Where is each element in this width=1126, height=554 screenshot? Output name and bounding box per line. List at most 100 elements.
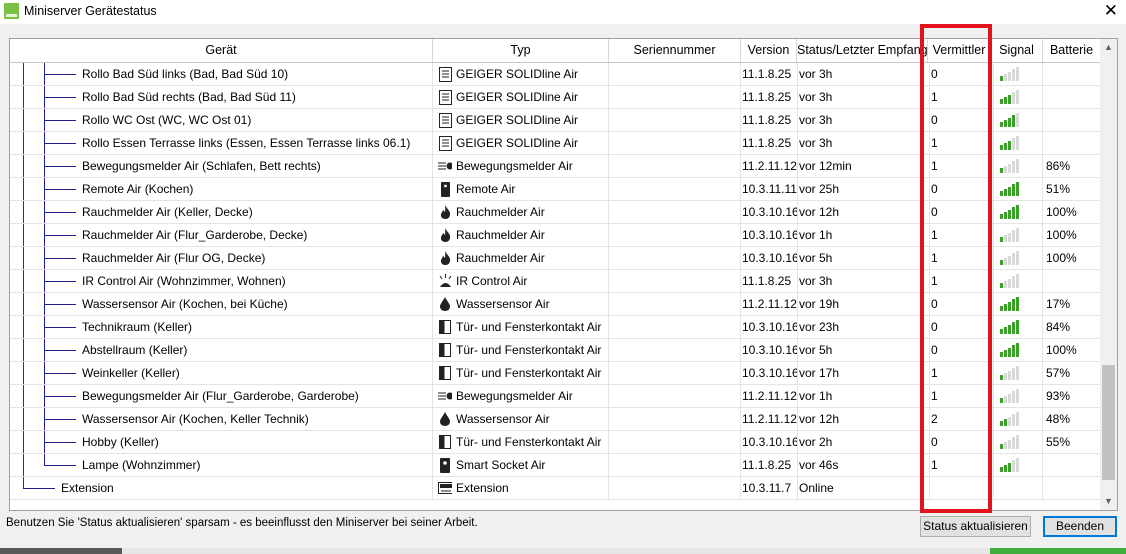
signal-cell[interactable] <box>991 454 1043 477</box>
version-cell[interactable]: 11.1.8.25 <box>741 270 798 293</box>
table-row[interactable]: Remote Air (Kochen) Remote Air 10.3.11.11 v… <box>10 178 1104 201</box>
vermittler-cell[interactable]: 0 <box>928 293 994 316</box>
device-cell[interactable]: Rauchmelder Air (Flur_Garderobe, Decke) <box>10 224 433 247</box>
device-cell[interactable]: Abstellraum (Keller) <box>10 339 433 362</box>
signal-cell[interactable] <box>991 224 1043 247</box>
version-cell[interactable]: 11.1.8.25 <box>741 109 798 132</box>
serial-cell[interactable] <box>609 477 741 500</box>
table-row[interactable]: Rauchmelder Air (Flur OG, Decke) Rauchmel… <box>10 247 1104 270</box>
status-cell[interactable]: vor 25h <box>797 178 930 201</box>
type-cell[interactable]: Rauchmelder Air <box>433 224 609 247</box>
version-cell[interactable]: 11.1.8.25 <box>741 454 798 477</box>
type-cell[interactable]: Bewegungsmelder Air <box>433 385 609 408</box>
signal-cell[interactable] <box>991 86 1043 109</box>
type-cell[interactable]: IR Control Air <box>433 270 609 293</box>
device-cell[interactable]: Wassersensor Air (Kochen, Keller Technik… <box>10 408 433 431</box>
quit-button[interactable]: Beenden <box>1043 516 1117 537</box>
device-cell[interactable]: Technikraum (Keller) <box>10 316 433 339</box>
device-cell[interactable]: Bewegungsmelder Air (Flur_Garderobe, Gar… <box>10 385 433 408</box>
vermittler-cell[interactable]: 1 <box>928 224 994 247</box>
status-cell[interactable]: vor 23h <box>797 316 930 339</box>
table-row[interactable]: Hobby (Keller) Tür- und Fensterkontakt Ai… <box>10 431 1104 454</box>
scrollbar-thumb[interactable] <box>1102 365 1115 480</box>
type-cell[interactable]: Smart Socket Air <box>433 454 609 477</box>
battery-cell[interactable]: 100% <box>1043 201 1104 224</box>
device-cell[interactable]: Rauchmelder Air (Keller, Decke) <box>10 201 433 224</box>
column-header-signal[interactable]: Signal <box>991 39 1043 62</box>
table-row[interactable]: Rollo WC Ost (WC, WC Ost 01) GEIGER SOLID… <box>10 109 1104 132</box>
signal-cell[interactable] <box>991 270 1043 293</box>
type-cell[interactable]: Extension <box>433 477 609 500</box>
serial-cell[interactable] <box>609 109 741 132</box>
signal-cell[interactable] <box>991 316 1043 339</box>
vermittler-cell[interactable] <box>928 477 994 500</box>
device-cell[interactable]: Bewegungsmelder Air (Schlafen, Bett rech… <box>10 155 433 178</box>
signal-cell[interactable] <box>991 201 1043 224</box>
battery-cell[interactable]: 57% <box>1043 362 1104 385</box>
vermittler-cell[interactable]: 1 <box>928 132 994 155</box>
vermittler-cell[interactable]: 1 <box>928 155 994 178</box>
table-row[interactable]: Lampe (Wohnzimmer) Smart Socket Air 11.1.8… <box>10 454 1104 477</box>
table-row[interactable]: Wassersensor Air (Kochen, bei Küche) Wass… <box>10 293 1104 316</box>
table-row[interactable]: Bewegungsmelder Air (Flur_Garderobe, Gar… <box>10 385 1104 408</box>
serial-cell[interactable] <box>609 63 741 86</box>
battery-cell[interactable]: 100% <box>1043 247 1104 270</box>
vermittler-cell[interactable]: 1 <box>928 86 994 109</box>
version-cell[interactable]: 10.3.11.7 <box>741 477 798 500</box>
version-cell[interactable]: 10.3.11.11 <box>741 178 798 201</box>
device-cell[interactable]: Lampe (Wohnzimmer) <box>10 454 433 477</box>
column-header-type[interactable]: Typ <box>433 39 609 62</box>
status-cell[interactable]: vor 1h <box>797 385 930 408</box>
vermittler-cell[interactable]: 0 <box>928 201 994 224</box>
version-cell[interactable]: 10.3.10.16 <box>741 431 798 454</box>
version-cell[interactable]: 10.3.10.16 <box>741 201 798 224</box>
device-cell[interactable]: IR Control Air (Wohnzimmer, Wohnen) <box>10 270 433 293</box>
vermittler-cell[interactable]: 1 <box>928 270 994 293</box>
battery-cell[interactable] <box>1043 477 1104 500</box>
type-cell[interactable]: Wassersensor Air <box>433 293 609 316</box>
status-cell[interactable]: vor 46s <box>797 454 930 477</box>
signal-cell[interactable] <box>991 385 1043 408</box>
type-cell[interactable]: Bewegungsmelder Air <box>433 155 609 178</box>
status-cell[interactable]: vor 3h <box>797 109 930 132</box>
signal-cell[interactable] <box>991 63 1043 86</box>
serial-cell[interactable] <box>609 132 741 155</box>
vermittler-cell[interactable]: 1 <box>928 454 994 477</box>
serial-cell[interactable] <box>609 454 741 477</box>
version-cell[interactable]: 10.3.10.16 <box>741 339 798 362</box>
serial-cell[interactable] <box>609 155 741 178</box>
vermittler-cell[interactable]: 1 <box>928 385 994 408</box>
table-row[interactable]: Rollo Bad Süd links (Bad, Bad Süd 10) GEI… <box>10 63 1104 86</box>
serial-cell[interactable] <box>609 201 741 224</box>
device-cell[interactable]: Extension <box>10 477 433 500</box>
table-row[interactable]: Wassersensor Air (Kochen, Keller Technik… <box>10 408 1104 431</box>
device-cell[interactable]: Rollo Essen Terrasse links (Essen, Essen… <box>10 132 433 155</box>
status-cell[interactable]: Online <box>797 477 930 500</box>
battery-cell[interactable] <box>1043 454 1104 477</box>
version-cell[interactable]: 10.3.10.16 <box>741 362 798 385</box>
column-header-device[interactable]: Gerät <box>10 39 433 62</box>
device-cell[interactable]: Rollo Bad Süd rechts (Bad, Bad Süd 11) <box>10 86 433 109</box>
version-cell[interactable]: 11.2.11.12 <box>741 293 798 316</box>
vermittler-cell[interactable]: 2 <box>928 408 994 431</box>
battery-cell[interactable]: 48% <box>1043 408 1104 431</box>
column-header-status[interactable]: Status/Letzter Empfang <box>797 39 928 62</box>
battery-cell[interactable]: 17% <box>1043 293 1104 316</box>
status-cell[interactable]: vor 17h <box>797 362 930 385</box>
table-row[interactable]: IR Control Air (Wohnzimmer, Wohnen) IR Co… <box>10 270 1104 293</box>
serial-cell[interactable] <box>609 178 741 201</box>
column-header-vermittler[interactable]: Vermittler <box>928 39 991 62</box>
signal-cell[interactable] <box>991 431 1043 454</box>
version-cell[interactable]: 11.2.11.12 <box>741 385 798 408</box>
serial-cell[interactable] <box>609 385 741 408</box>
signal-cell[interactable] <box>991 293 1043 316</box>
table-row[interactable]: Bewegungsmelder Air (Schlafen, Bett rech… <box>10 155 1104 178</box>
serial-cell[interactable] <box>609 339 741 362</box>
signal-cell[interactable] <box>991 247 1043 270</box>
status-cell[interactable]: vor 12h <box>797 201 930 224</box>
vermittler-cell[interactable]: 0 <box>928 316 994 339</box>
battery-cell[interactable]: 100% <box>1043 224 1104 247</box>
status-cell[interactable]: vor 3h <box>797 86 930 109</box>
type-cell[interactable]: Rauchmelder Air <box>433 201 609 224</box>
device-cell[interactable]: Rollo Bad Süd links (Bad, Bad Süd 10) <box>10 63 433 86</box>
